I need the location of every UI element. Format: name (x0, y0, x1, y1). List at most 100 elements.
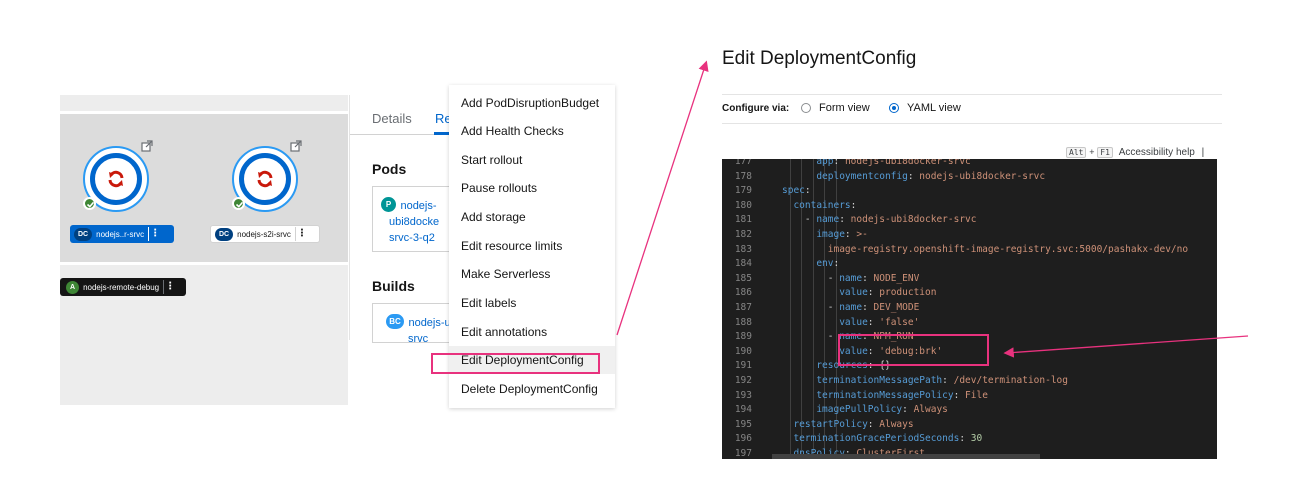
code-line: 182 image: >- (722, 228, 1217, 243)
line-number: 178 (734, 170, 752, 182)
menu-item-delete-deployment-config[interactable]: Delete DeploymentConfig (449, 375, 615, 403)
yaml-value: >- (856, 229, 868, 240)
workload-node-2-label[interactable]: DC nodejs-s2i-srvc ⋮ (210, 225, 320, 243)
kebab-menu-icon[interactable]: ⋮ (294, 227, 308, 241)
code-line: 185 - name: NODE_ENV (722, 272, 1217, 287)
yaml-dash: - (804, 214, 817, 226)
line-number: 195 (734, 418, 752, 430)
external-link-icon[interactable] (290, 140, 302, 152)
form-view-radio[interactable] (801, 103, 811, 113)
workload-node-1-label[interactable]: DC nodejs..r-srvc ⋮ (70, 225, 174, 243)
line-number: 182 (734, 229, 752, 240)
node-name: nodejs-s2i-srvc (237, 229, 291, 239)
menu-item-make-serverless[interactable]: Make Serverless (449, 260, 615, 288)
line-number: 180 (734, 199, 752, 211)
line-number: 179 (734, 185, 752, 197)
yaml-value: DEV_MODE (873, 302, 920, 313)
dc-badge: DC (74, 227, 93, 241)
external-link-icon[interactable] (141, 140, 153, 152)
yaml-value: File (965, 389, 988, 401)
code-text: app: nodejs-ubi8docker-srvc (816, 159, 970, 170)
code-line: 177 app: nodejs-ubi8docker-srvc (722, 159, 1217, 170)
line-number: 188 (734, 316, 752, 328)
app-badge: A (66, 280, 80, 294)
yaml-colon: : (833, 258, 845, 270)
code-line: 193 terminationMessagePolicy: File (722, 389, 1217, 404)
code-text: value: 'false' (839, 316, 919, 331)
line-number: 194 (734, 404, 752, 416)
kebab-menu-icon[interactable]: ⋮ (148, 227, 161, 241)
menu-item-start-rollout[interactable]: Start rollout (449, 146, 615, 174)
code-text: - name: NODE_ENV (828, 272, 920, 287)
code-line: 183 image-registry.openshift-image-regist… (722, 243, 1217, 258)
yaml-colon: : (953, 389, 966, 401)
yaml-key: containers (793, 199, 851, 211)
dc-badge: DC (215, 227, 234, 241)
code-line: 180 containers: (722, 199, 1217, 214)
pods-title: Pods (372, 161, 407, 177)
yaml-value: Always (879, 418, 914, 430)
application-label[interactable]: A nodejs-remote-debug ⋮ (60, 278, 186, 296)
pod-badge: P (381, 197, 396, 213)
menu-item-add-pod-disruption-budget[interactable]: Add PodDisruptionBudget (449, 89, 615, 117)
yaml-value: NODE_ENV (873, 272, 920, 284)
sync-icon (257, 170, 273, 188)
code-line: 188 value: 'false' (722, 316, 1217, 331)
build-name-line-1[interactable]: nodejs-u (408, 317, 450, 329)
code-text: env: (816, 257, 845, 272)
pod-name-line-2[interactable]: ubi8docke (381, 214, 452, 230)
accessibility-help-link[interactable]: Accessibility help (1119, 147, 1195, 158)
yaml-colon: : (907, 170, 920, 182)
side-panel: Details Re Pods P nodejs- ubi8docke srvc… (349, 95, 454, 345)
code-line: 178 deploymentconfig: nodejs-ubi8docker-s… (722, 170, 1217, 185)
line-number: 191 (734, 360, 752, 372)
line-number: 183 (734, 243, 752, 255)
code-text: value: production (839, 286, 936, 301)
code-line: 192 terminationMessagePath: /dev/terminat… (722, 374, 1217, 389)
yaml-colon: : (804, 185, 817, 197)
pod-name-line-3[interactable]: srvc-3-q2 (381, 230, 452, 246)
code-line: 187 - name: DEV_MODE (722, 301, 1217, 316)
yaml-dash: - (827, 302, 840, 313)
build-card[interactable]: BC nodejs-u srvc (372, 303, 452, 345)
menu-item-edit-resource-limits[interactable]: Edit resource limits (449, 232, 615, 260)
configure-via-bar: Configure via: Form view YAML view (722, 94, 1222, 124)
sync-icon (108, 170, 124, 188)
tab-details[interactable]: Details (372, 111, 412, 126)
yaml-key: name (816, 214, 840, 226)
yaml-key: restartPolicy (793, 418, 868, 430)
build-name-line-2[interactable]: srvc (386, 331, 452, 347)
menu-item-add-storage[interactable]: Add storage (449, 203, 615, 231)
yaml-view-label[interactable]: YAML view (907, 102, 961, 114)
line-number: 177 (734, 159, 752, 167)
yaml-view-radio[interactable] (889, 103, 899, 113)
workload-node-1[interactable] (83, 140, 153, 212)
yaml-key: terminationGracePeriodSeconds (793, 433, 960, 445)
node-name: nodejs..r-srvc (96, 229, 145, 239)
yaml-colon: : (867, 316, 880, 328)
yaml-colon: : (867, 287, 880, 299)
form-view-label[interactable]: Form view (819, 102, 870, 114)
line-number: 186 (734, 287, 752, 299)
menu-item-edit-annotations[interactable]: Edit annotations (449, 318, 615, 346)
kebab-menu-icon[interactable]: ⋮ (163, 280, 176, 294)
code-line: 195 restartPolicy: Always (722, 418, 1217, 433)
yaml-value: Always (913, 404, 948, 416)
topology-canvas[interactable]: DC nodejs..r-srvc ⋮ DC nodejs-s2i-srvc ⋮… (60, 95, 348, 405)
code-text: - name: nodejs-ubi8docker-srvc (805, 213, 977, 228)
workload-node-2[interactable] (232, 140, 302, 212)
menu-item-pause-rollouts[interactable]: Pause rollouts (449, 174, 615, 202)
menu-item-add-health-checks[interactable]: Add Health Checks (449, 117, 615, 145)
line-number: 190 (734, 345, 752, 357)
menu-highlight-box (431, 353, 600, 374)
horizontal-scrollbar[interactable] (772, 454, 1040, 459)
pod-name-line-1[interactable]: nodejs- (400, 200, 436, 212)
env-var-highlight-box (838, 334, 989, 366)
code-text: restartPolicy: Always (793, 418, 913, 433)
yaml-colon: : (839, 214, 851, 226)
yaml-editor[interactable]: 177 app: nodejs-ubi8docker-srvc 178 deploym… (722, 159, 1217, 459)
line-number: 187 (734, 302, 752, 313)
build-config-badge: BC (386, 314, 404, 330)
pod-card[interactable]: P nodejs- ubi8docke srvc-3-q2 (372, 186, 452, 252)
menu-item-edit-labels[interactable]: Edit labels (449, 289, 615, 317)
